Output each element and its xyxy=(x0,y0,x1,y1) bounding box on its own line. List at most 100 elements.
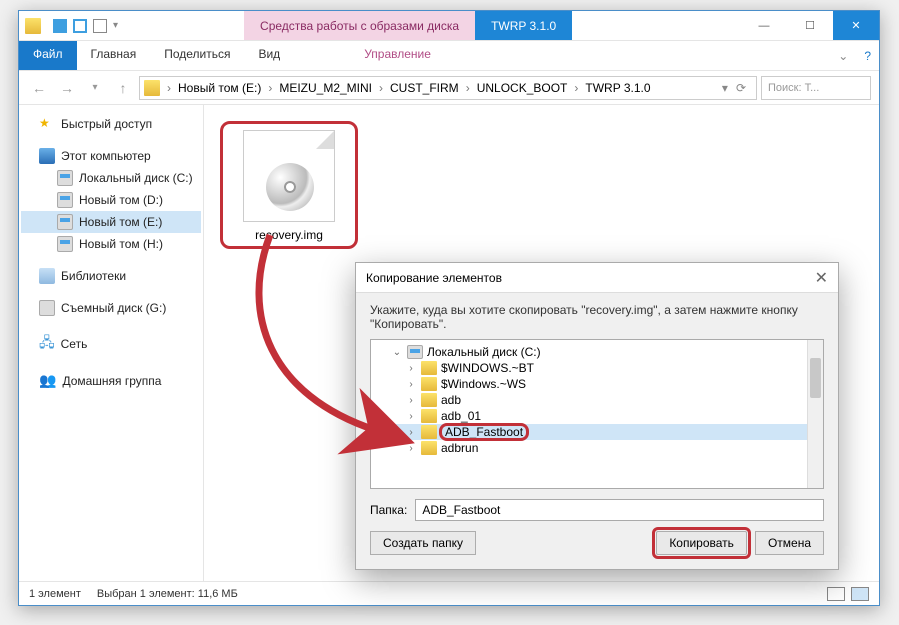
ribbon: Файл Главная Поделиться Вид Управление ⌄… xyxy=(19,41,879,71)
file-item-recovery[interactable]: recovery.img xyxy=(229,130,349,242)
qat-button-1[interactable] xyxy=(53,19,67,33)
star-icon: ★ xyxy=(39,116,55,132)
sidebar-network[interactable]: 🖧Сеть xyxy=(21,329,201,359)
folder-input[interactable] xyxy=(415,499,824,521)
tree-label: $Windows.~WS xyxy=(441,377,526,391)
context-tab-disc[interactable]: Средства работы с образами диска xyxy=(244,11,475,40)
tree-folder[interactable]: › adb_01 xyxy=(377,408,817,424)
tree-label: ADB_Fastboot xyxy=(441,425,527,439)
copy-button[interactable]: Копировать xyxy=(656,531,747,555)
folder-icon xyxy=(421,441,437,455)
tab-file[interactable]: Файл xyxy=(19,41,77,70)
tree-folder[interactable]: ›$Windows.~WS xyxy=(377,376,817,392)
sidebar-item-label: Домашняя группа xyxy=(62,374,161,388)
caret-icon: › xyxy=(405,411,417,422)
tree-label: $WINDOWS.~BT xyxy=(441,361,534,375)
tree-folder[interactable]: ›$WINDOWS.~BT xyxy=(377,360,817,376)
folder-tree[interactable]: ⌄Локальный диск (C:) ›$WINDOWS.~BT ›$Win… xyxy=(370,339,824,489)
annotation-highlight: recovery.img xyxy=(220,121,358,249)
folder-icon xyxy=(421,409,437,423)
sidebar-this-pc[interactable]: Этот компьютер xyxy=(21,145,201,167)
refresh-icon[interactable]: ⟳ xyxy=(730,81,752,95)
maximize-button[interactable]: ☐ xyxy=(787,11,833,40)
sidebar-quick-access[interactable]: ★ Быстрый доступ xyxy=(21,113,201,135)
caret-icon: › xyxy=(405,443,417,454)
status-count: 1 элемент xyxy=(29,588,81,600)
breadcrumb-dropdown-icon[interactable]: ▾ xyxy=(722,81,728,95)
nav-history-icon[interactable]: ▾ xyxy=(83,76,107,100)
view-details-button[interactable] xyxy=(827,587,845,601)
breadcrumb-item[interactable]: CUST_FIRM xyxy=(386,81,463,95)
nav-back-button[interactable]: ← xyxy=(27,76,51,100)
help-icon[interactable]: ? xyxy=(856,41,879,70)
breadcrumb-item[interactable]: Новый том (E:) xyxy=(174,81,265,95)
minimize-button[interactable]: — xyxy=(741,11,787,40)
search-input[interactable]: Поиск: T... xyxy=(761,76,871,100)
qat-button-2[interactable] xyxy=(73,19,87,33)
tab-view[interactable]: Вид xyxy=(244,41,294,70)
dialog-title: Копирование элементов xyxy=(366,271,502,285)
disc-image-icon xyxy=(243,130,335,222)
tab-manage[interactable]: Управление xyxy=(350,41,445,70)
tree-folder[interactable]: › adbrun xyxy=(377,440,817,456)
tree-scrollbar[interactable] xyxy=(807,340,823,488)
view-icons-button[interactable] xyxy=(851,587,869,601)
file-name-label: recovery.img xyxy=(229,228,349,242)
caret-icon: › xyxy=(405,427,417,438)
tab-home[interactable]: Главная xyxy=(77,41,151,70)
sidebar-drive-d[interactable]: Новый том (D:) xyxy=(21,189,201,211)
sidebar-item-label: Съемный диск (G:) xyxy=(61,301,166,315)
ribbon-expand-icon[interactable]: ⌄ xyxy=(830,41,856,70)
folder-label: Папка: xyxy=(370,503,407,517)
breadcrumb-item[interactable]: MEIZU_M2_MINI xyxy=(275,81,376,95)
sidebar-item-label: Быстрый доступ xyxy=(61,117,152,131)
qat-dropdown-icon[interactable]: ▾ xyxy=(113,20,118,31)
dialog-buttons: Создать папку Копировать Отмена xyxy=(356,521,838,565)
sidebar-removable[interactable]: Съемный диск (G:) xyxy=(21,297,201,319)
sidebar-item-label: Локальный диск (C:) xyxy=(79,171,193,185)
dialog-message: Укажите, куда вы хотите скопировать "rec… xyxy=(356,293,838,339)
folder-icon xyxy=(421,425,437,439)
caret-icon: › xyxy=(405,395,417,406)
tree-folder[interactable]: ›adb xyxy=(377,392,817,408)
sidebar-item-label: Библиотеки xyxy=(61,269,126,283)
close-button[interactable]: ✕ xyxy=(833,11,879,40)
folder-icon xyxy=(25,18,41,34)
status-selected: Выбран 1 элемент: 11,6 МБ xyxy=(97,588,238,600)
breadcrumb-item[interactable]: UNLOCK_BOOT xyxy=(473,81,572,95)
nav-forward-button[interactable]: → xyxy=(55,76,79,100)
quick-access-toolbar: ▾ xyxy=(47,11,124,40)
tab-share[interactable]: Поделиться xyxy=(150,41,244,70)
new-folder-button[interactable]: Создать папку xyxy=(370,531,476,555)
caret-open-icon: ⌄ xyxy=(391,347,403,358)
tree-label: adbrun xyxy=(441,441,478,455)
tree-label: adb_01 xyxy=(441,409,481,423)
breadcrumb-folder-icon xyxy=(144,80,160,96)
homegroup-icon: 👥 xyxy=(39,372,56,389)
drive-icon xyxy=(57,192,73,208)
sidebar-item-label: Новый том (E:) xyxy=(79,215,162,229)
cancel-button[interactable]: Отмена xyxy=(755,531,824,555)
drive-icon xyxy=(57,214,73,230)
drive-icon xyxy=(57,170,73,186)
breadcrumb-item[interactable]: TWRP 3.1.0 xyxy=(581,81,654,95)
breadcrumb[interactable]: › Новый том (E:) › MEIZU_M2_MINI › CUST_… xyxy=(139,76,757,100)
title-app-name: TWRP 3.1.0 xyxy=(475,11,572,40)
sidebar-homegroup[interactable]: 👥 Домашняя группа xyxy=(21,369,201,392)
tree-drive-c[interactable]: ⌄Локальный диск (C:) xyxy=(377,344,817,360)
dialog-close-button[interactable]: ✕ xyxy=(815,268,828,288)
window-controls: — ☐ ✕ xyxy=(741,11,879,40)
sidebar-drive-h[interactable]: Новый том (H:) xyxy=(21,233,201,255)
removable-icon xyxy=(39,300,55,316)
tree-folder-adbfastboot[interactable]: › ADB_Fastboot xyxy=(377,424,817,440)
dialog-titlebar: Копирование элементов ✕ xyxy=(356,263,838,293)
sidebar-drive-c[interactable]: Локальный диск (C:) xyxy=(21,167,201,189)
titlebar: ▾ Средства работы с образами диска TWRP … xyxy=(19,11,879,41)
sidebar-item-label: Этот компьютер xyxy=(61,149,151,163)
folder-input-row: Папка: xyxy=(356,489,838,521)
nav-up-button[interactable]: ↑ xyxy=(111,76,135,100)
contextual-tabs: Средства работы с образами диска TWRP 3.… xyxy=(244,11,572,40)
qat-button-3[interactable] xyxy=(93,19,107,33)
sidebar-libraries[interactable]: Библиотеки xyxy=(21,265,201,287)
sidebar-drive-e[interactable]: Новый том (E:) xyxy=(21,211,201,233)
